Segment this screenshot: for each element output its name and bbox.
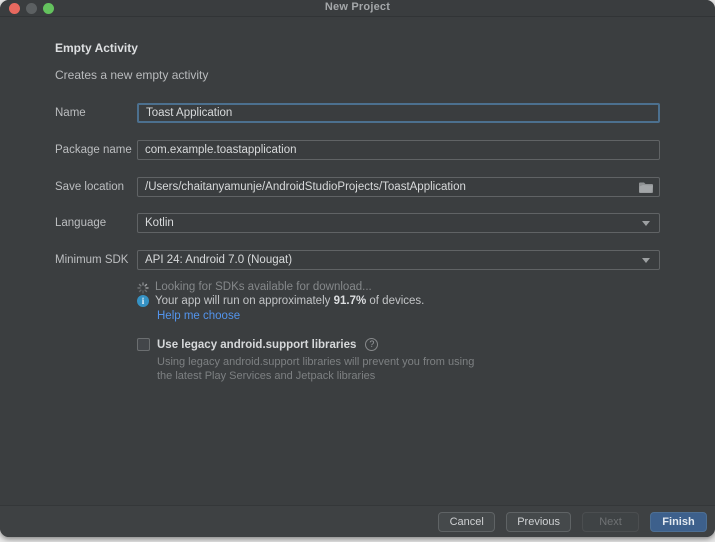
window-title: New Project: [324, 1, 391, 13]
info-icon: i: [137, 295, 149, 307]
coverage-percent: 91.7%: [333, 295, 367, 307]
save-location-label: Save location: [55, 181, 125, 193]
save-location-value: /Users/chaitanyamunje/AndroidStudioProje…: [145, 181, 466, 193]
dialog-footer: Cancel Previous Next Finish: [0, 505, 715, 537]
legacy-checkbox-label: Use legacy android.support libraries: [157, 338, 357, 351]
save-location-input[interactable]: /Users/chaitanyamunje/AndroidStudioProje…: [137, 177, 660, 197]
previous-button[interactable]: Previous: [506, 511, 571, 532]
page-title: Empty Activity: [55, 41, 138, 55]
legacy-helper-line2: the latest Play Services and Jetpack lib…: [157, 370, 376, 382]
min-sdk-value: API 24: Android 7.0 (Nougat): [145, 254, 293, 266]
next-button[interactable]: Next: [582, 511, 639, 532]
min-sdk-select[interactable]: API 24: Android 7.0 (Nougat): [137, 250, 660, 270]
spinner-icon: [137, 281, 149, 294]
chevron-down-icon: [642, 257, 650, 263]
new-project-window: New Project Empty Activity Creates a new…: [0, 0, 715, 537]
screenshot-stage: New Project Empty Activity Creates a new…: [0, 0, 715, 542]
legacy-helper-line1: Using legacy android.support libraries w…: [157, 356, 475, 368]
language-value: Kotlin: [145, 217, 174, 229]
min-sdk-label: Minimum SDK: [55, 254, 129, 266]
sdk-loading-row: Looking for SDKs available for download.…: [137, 281, 372, 294]
name-label: Name: [55, 107, 86, 119]
legacy-helper-text: Using legacy android.support libraries w…: [157, 355, 474, 383]
coverage-text: Your app will run on approximately 91.7%…: [155, 295, 425, 307]
sdk-loading-text: Looking for SDKs available for download.…: [155, 281, 372, 293]
package-name-input[interactable]: [137, 140, 660, 160]
titlebar: New Project: [0, 0, 715, 17]
language-select[interactable]: Kotlin: [137, 213, 660, 233]
help-icon[interactable]: ?: [365, 338, 379, 351]
finish-button[interactable]: Finish: [650, 511, 707, 532]
legacy-support-checkbox[interactable]: [137, 338, 150, 351]
package-label: Package name: [55, 144, 132, 156]
legacy-checkbox-row: Use legacy android.support libraries ?: [137, 338, 379, 351]
chevron-down-icon: [642, 220, 650, 226]
cancel-button[interactable]: Cancel: [438, 511, 496, 532]
help-me-choose-link[interactable]: Help me choose: [157, 310, 240, 322]
folder-icon[interactable]: [638, 181, 654, 194]
coverage-row: i Your app will run on approximately 91.…: [137, 295, 424, 307]
page-subtitle: Creates a new empty activity: [55, 68, 209, 82]
name-input[interactable]: [137, 103, 660, 123]
language-label: Language: [55, 217, 107, 229]
